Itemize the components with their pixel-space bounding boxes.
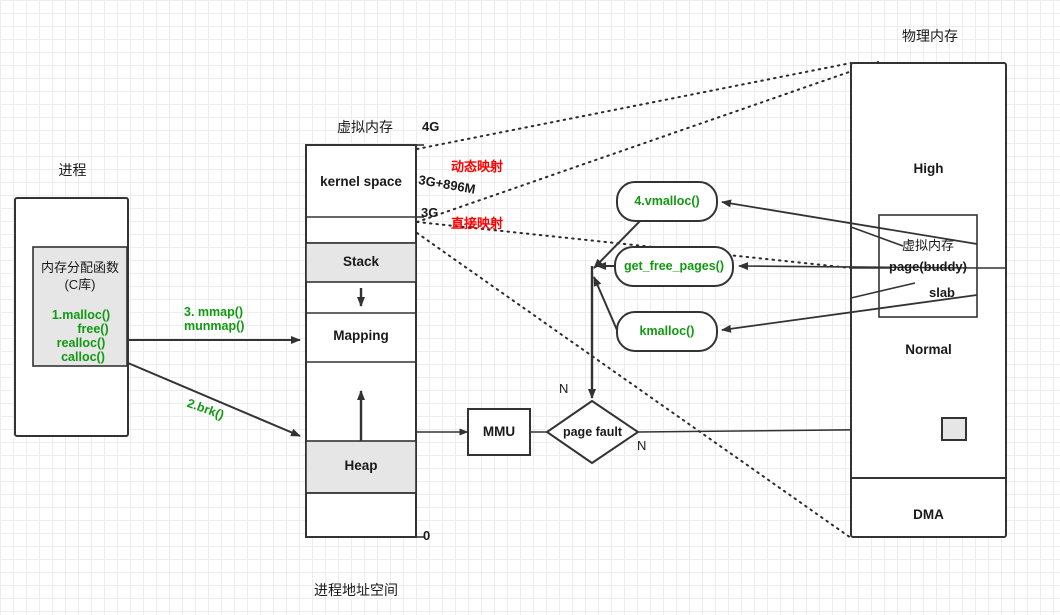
branch-n-right: N	[637, 438, 647, 453]
diagram-canvas: 进程 虚拟内存 物理内存 进程地址空间 内存分配函数 (C库) 1.malloc…	[0, 0, 1060, 615]
allocated-page-square	[941, 417, 967, 441]
zone-dma-label: DMA	[913, 507, 944, 522]
brk-label: 2.brk()	[185, 396, 226, 423]
allocator-kmalloc-label: kmalloc()	[639, 324, 695, 338]
inner-slab-label: slab	[928, 285, 955, 300]
branch-n-top: N	[559, 381, 569, 396]
address-3g-896m: 3G+896M	[417, 172, 477, 197]
address-0: 0	[423, 528, 431, 543]
zone-high-label: High	[913, 161, 944, 176]
vm-segment-heap: Heap	[344, 458, 378, 473]
allocator-vmalloc-label: 4.vmalloc()	[634, 194, 700, 208]
diagram-vector-layer	[14, 61, 1007, 539]
function-calloc: calloc()	[61, 350, 105, 364]
page-fault-label: page fault	[562, 425, 623, 439]
function-realloc: realloc()	[56, 336, 106, 350]
mmap-label-line2: munmap()	[184, 319, 245, 333]
direct-mapping-note: 直接映射	[451, 216, 504, 231]
vm-segment-mapping: Mapping	[333, 328, 389, 343]
mmap-label-line1: 3. mmap()	[184, 305, 244, 319]
allocator-convergence-arrows	[588, 220, 641, 399]
c-library-title-line2: (C库)	[64, 277, 96, 292]
zone-normal-label: Normal	[905, 342, 952, 357]
process-title: 进程	[58, 162, 87, 178]
process-address-space-title: 进程地址空间	[314, 582, 398, 598]
address-3g: 3G	[421, 205, 439, 220]
mmu-label: MMU	[482, 424, 516, 439]
inner-page-buddy-label: page(buddy)	[889, 259, 967, 274]
vm-segment-stack: Stack	[342, 254, 380, 269]
physical-memory-title: 物理内存	[902, 28, 958, 44]
allocator-get-free-pages-label: get_free_pages()	[623, 259, 725, 273]
function-free: free()	[77, 322, 109, 336]
address-4g: 4G	[422, 119, 440, 134]
physical-memory-box	[850, 62, 1007, 538]
inner-virtual-memory-label: 虚拟内存	[901, 238, 954, 253]
dotted-mapping-lines	[416, 61, 879, 539]
pagefault-to-physical-arrow	[637, 425, 939, 433]
function-malloc: 1.malloc()	[51, 308, 111, 322]
virtual-memory-title: 虚拟内存	[337, 119, 393, 135]
brk-arrow	[127, 362, 301, 437]
vm-segment-kernel-space: kernel space	[320, 174, 402, 189]
dynamic-mapping-note: 动态映射	[451, 159, 504, 174]
